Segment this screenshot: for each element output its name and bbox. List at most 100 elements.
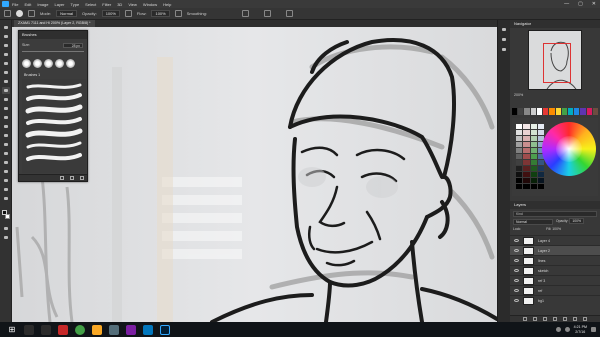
brush-tool-icon[interactable] [2, 87, 10, 94]
layer-row[interactable]: ref 3 [510, 275, 600, 285]
swatch[interactable] [530, 148, 537, 153]
swatch[interactable] [555, 108, 561, 115]
layer-row[interactable]: ref [510, 285, 600, 295]
close-button[interactable]: ✕ [592, 1, 596, 7]
quick-select-tool-icon[interactable] [2, 51, 10, 58]
opacity-field[interactable]: 100% [101, 10, 120, 17]
swatch[interactable] [516, 184, 523, 189]
swatch[interactable] [530, 172, 537, 177]
swatch[interactable] [523, 136, 530, 141]
pressure-size-icon[interactable] [263, 10, 271, 17]
menu-layer[interactable]: Layer [54, 2, 64, 7]
swatch[interactable] [516, 124, 523, 129]
swatch[interactable] [537, 184, 544, 189]
menu-filter[interactable]: Filter [102, 2, 111, 7]
healing-tool-icon[interactable] [2, 78, 10, 85]
swatch[interactable] [530, 136, 537, 141]
brushes-panel-title[interactable]: Brushes [19, 31, 87, 39]
file-explorer-icon[interactable] [92, 324, 102, 335]
swatch[interactable] [537, 172, 544, 177]
lasso-tool-icon[interactable] [2, 42, 10, 49]
swatch[interactable] [516, 160, 523, 165]
swatch[interactable] [537, 124, 544, 129]
swatch[interactable] [523, 130, 530, 135]
brush-tip-icon[interactable] [44, 58, 53, 68]
trash-icon[interactable] [583, 317, 587, 321]
airbrush-icon[interactable] [174, 10, 182, 17]
swatch[interactable] [512, 108, 518, 115]
taskbar-app-icon[interactable] [109, 324, 119, 335]
volume-icon[interactable] [564, 327, 570, 332]
swatch[interactable] [523, 160, 530, 165]
swatch[interactable] [530, 130, 537, 135]
document-tab[interactable]: ZXAM1 7111 and Hi 200% (Layer 2, RGB/8) … [14, 20, 95, 27]
swatch[interactable] [537, 130, 544, 135]
taskbar-app-icon[interactable] [58, 324, 68, 335]
foreground-color-swatch[interactable] [2, 210, 7, 215]
adjustments-panel-icon[interactable] [500, 46, 508, 53]
eye-icon[interactable] [514, 269, 519, 272]
swatch[interactable] [530, 178, 537, 183]
swatch[interactable] [530, 142, 537, 147]
blend-mode-select[interactable]: Normal [513, 219, 553, 225]
navigator-view-box[interactable] [543, 43, 571, 83]
layer-row[interactable]: Layer 4 [510, 235, 600, 245]
add-mask-icon[interactable] [543, 317, 547, 321]
swatch[interactable] [537, 178, 544, 183]
eye-icon[interactable] [514, 239, 519, 242]
swatch[interactable] [518, 108, 524, 115]
brush-tip-icon[interactable] [33, 58, 42, 68]
symmetry-icon[interactable] [285, 10, 293, 17]
swatch[interactable] [516, 136, 523, 141]
taskbar-app-icon[interactable] [143, 324, 153, 335]
notifications-icon[interactable] [591, 327, 596, 332]
photoshop-taskbar-icon[interactable] [160, 324, 170, 335]
new-group-icon[interactable] [60, 176, 64, 180]
swatch[interactable] [530, 124, 537, 129]
eye-icon[interactable] [514, 289, 519, 292]
clock[interactable]: 4:21 PM 2/7/16 [574, 325, 587, 334]
swatch[interactable] [586, 108, 592, 115]
layer-filter-field[interactable]: Kind [513, 211, 597, 217]
swatch[interactable] [523, 184, 530, 189]
menu-file[interactable]: File [12, 2, 18, 7]
swatch[interactable] [516, 154, 523, 159]
history-brush-tool-icon[interactable] [2, 105, 10, 112]
search-icon[interactable] [24, 324, 34, 335]
brush-settings-icon[interactable] [28, 10, 35, 17]
zoom-tool-icon[interactable] [2, 195, 10, 202]
menu-view[interactable]: View [128, 2, 137, 7]
maximize-button[interactable]: ▢ [578, 1, 583, 7]
link-layers-icon[interactable] [523, 317, 527, 321]
swatch[interactable] [530, 108, 536, 115]
fill-field[interactable]: 100% [552, 227, 561, 231]
path-select-tool-icon[interactable] [2, 168, 10, 175]
swatch[interactable] [537, 166, 544, 171]
layer-row[interactable]: sketch [510, 265, 600, 275]
swatch[interactable] [543, 108, 549, 115]
new-brush-icon[interactable] [70, 176, 74, 180]
swatch[interactable] [516, 178, 523, 183]
swatch[interactable] [580, 108, 586, 115]
swatch[interactable] [523, 124, 530, 129]
network-icon[interactable] [555, 327, 561, 332]
chrome-icon[interactable] [75, 324, 85, 335]
swatch[interactable] [523, 142, 530, 147]
swatch[interactable] [516, 148, 523, 153]
swatch[interactable] [523, 154, 530, 159]
dodge-tool-icon[interactable] [2, 141, 10, 148]
swatch[interactable] [530, 166, 537, 171]
properties-panel-icon[interactable] [500, 36, 508, 43]
eyedropper-tool-icon[interactable] [2, 69, 10, 76]
brush-tip-icon[interactable] [66, 58, 75, 68]
task-view-icon[interactable] [41, 324, 51, 335]
swatch[interactable] [523, 172, 530, 177]
layer-row[interactable]: lines [510, 255, 600, 265]
layer-opacity-field[interactable]: 100% [569, 218, 585, 224]
start-button[interactable]: ⊞ [7, 325, 17, 335]
menu-select[interactable]: Select [85, 2, 96, 7]
layer-style-icon[interactable] [533, 317, 537, 321]
swatch[interactable] [516, 130, 523, 135]
swatch[interactable] [561, 108, 567, 115]
brush-tool-icon[interactable] [4, 10, 11, 17]
